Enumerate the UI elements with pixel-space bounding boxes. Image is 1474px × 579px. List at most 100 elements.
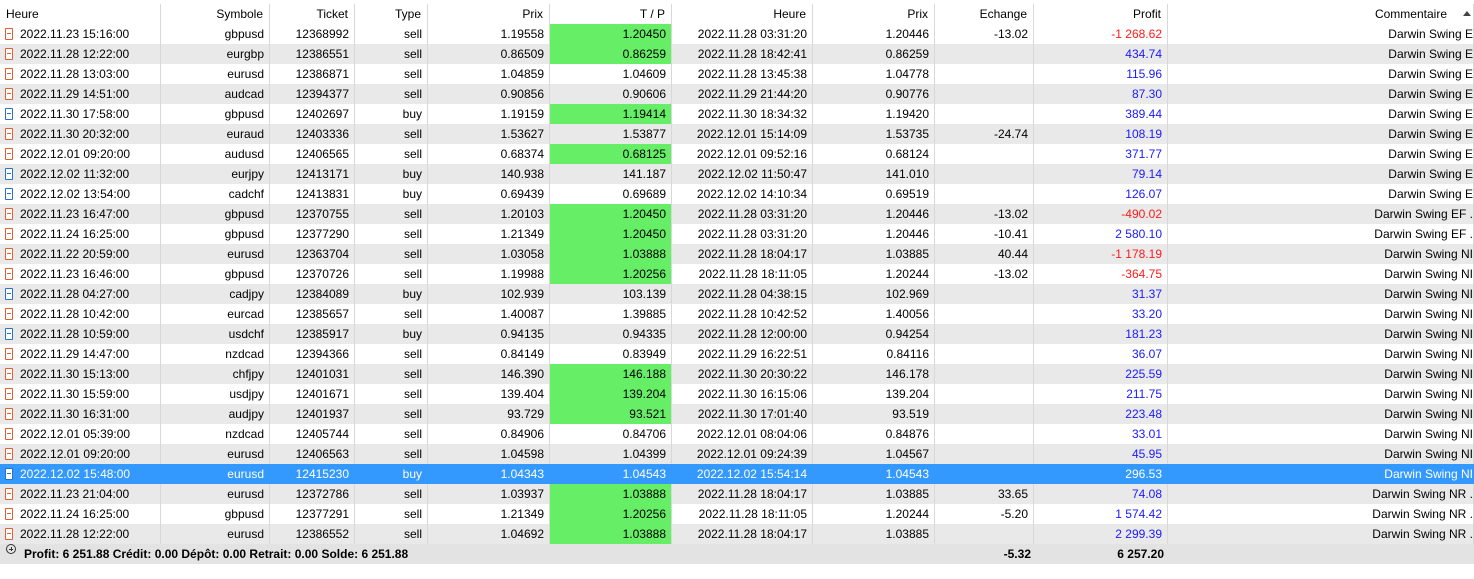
column-header-price[interactable]: Prix — [428, 4, 550, 24]
table-row[interactable]: 2022.12.02 13:54:00 cadchf 12413831 buy 0.69… — [0, 184, 1474, 204]
buy-order-icon — [5, 108, 13, 120]
column-header-close-price[interactable]: Prix — [813, 4, 935, 24]
table-row[interactable]: 2022.12.01 09:20:00 audusd 12406565 sell 0.6… — [0, 144, 1474, 164]
cell-type: sell — [355, 124, 428, 144]
cell-ticket: 12386871 — [270, 64, 355, 84]
cell-close-price: 1.20244 — [813, 264, 935, 284]
cell-open-price: 140.938 — [428, 164, 550, 184]
sell-order-icon — [5, 308, 13, 320]
cell-comment: Darwin Swing NI — [1168, 304, 1474, 324]
cell-open-time: 2022.12.02 13:54:00 — [0, 184, 161, 204]
cell-comment: Darwin Swing E — [1168, 24, 1474, 44]
cell-close-time: 2022.11.28 18:04:17 — [672, 524, 813, 544]
column-header-swap[interactable]: Echange — [935, 4, 1034, 24]
cell-profit: 36.07 — [1034, 344, 1168, 364]
open-time-text: 2022.11.30 15:59:00 — [20, 387, 130, 401]
table-row[interactable]: 2022.11.24 16:25:00 gbpusd 12377291 sell 1.2… — [0, 504, 1474, 524]
open-time-text: 2022.12.01 09:20:00 — [20, 147, 131, 161]
cell-ticket: 12394366 — [270, 344, 355, 364]
open-time-text: 2022.11.23 15:16:00 — [20, 27, 130, 41]
cell-close-time: 2022.11.30 20:30:22 — [672, 364, 813, 384]
cell-symbol: audcad — [161, 84, 270, 104]
table-row[interactable]: 2022.11.24 16:25:00 gbpusd 12377290 sell 1.2… — [0, 224, 1474, 244]
cell-open-price: 139.404 — [428, 384, 550, 404]
table-row[interactable]: 2022.11.30 15:59:00 usdjpy 12401671 sell 139… — [0, 384, 1474, 404]
cell-type: sell — [355, 344, 428, 364]
column-header-ticket[interactable]: Ticket — [270, 4, 355, 24]
cell-take-profit: 1.04399 — [550, 444, 672, 464]
cell-open-time: 2022.11.28 10:42:00 — [0, 304, 161, 324]
cell-symbol: eurusd — [161, 464, 270, 484]
table-row[interactable]: 2022.11.29 14:51:00 audcad 12394377 sell 0.9… — [0, 84, 1474, 104]
cell-open-price: 0.94135 — [428, 324, 550, 344]
cell-symbol: eurusd — [161, 444, 270, 464]
cell-close-price: 93.519 — [813, 404, 935, 424]
cell-take-profit: 0.69689 — [550, 184, 672, 204]
sell-order-icon — [5, 488, 13, 500]
table-row[interactable]: 2022.11.28 12:22:00 eurgbp 12386551 sell 0.8… — [0, 44, 1474, 64]
cell-take-profit: 1.39885 — [550, 304, 672, 324]
cell-comment: Darwin Swing E — [1168, 164, 1474, 184]
cell-take-profit: 1.53877 — [550, 124, 672, 144]
cell-swap — [935, 144, 1034, 164]
table-row[interactable]: 2022.11.23 16:46:00 gbpusd 12370726 sell 1.1… — [0, 264, 1474, 284]
sort-ascending-icon[interactable] — [1463, 11, 1471, 16]
table-row[interactable]: 2022.11.28 12:22:00 eurusd 12386552 sell 1.0… — [0, 524, 1474, 544]
cell-type: buy — [355, 184, 428, 204]
cell-comment: Darwin Swing NI — [1168, 404, 1474, 424]
column-header-type[interactable]: Type — [355, 4, 428, 24]
cell-swap — [935, 404, 1034, 424]
column-header-profit[interactable]: Profit — [1034, 4, 1168, 24]
table-row[interactable]: 2022.11.30 15:13:00 chfjpy 12401031 sell 146… — [0, 364, 1474, 384]
cell-take-profit: 1.20450 — [550, 204, 672, 224]
table-row[interactable]: 2022.11.23 16:47:00 gbpusd 12370755 sell 1.2… — [0, 204, 1474, 224]
cell-comment: Darwin Swing NI — [1168, 424, 1474, 444]
cell-profit: 1 574.42 — [1034, 504, 1168, 524]
table-row[interactable]: 2022.11.22 20:59:00 eurusd 12363704 sell 1.0… — [0, 244, 1474, 264]
cell-ticket: 12386551 — [270, 44, 355, 64]
table-row[interactable]: 2022.11.23 15:16:00 gbpusd 12368992 sell 1.1… — [0, 24, 1474, 44]
cell-type: sell — [355, 484, 428, 504]
cell-ticket: 12377291 — [270, 504, 355, 524]
column-header-comment[interactable]: Commentaire — [1168, 4, 1474, 24]
cell-open-time: 2022.11.23 16:47:00 — [0, 204, 161, 224]
cell-close-price: 102.969 — [813, 284, 935, 304]
cell-open-time: 2022.11.30 20:32:00 — [0, 124, 161, 144]
table-row[interactable]: 2022.12.02 11:32:00 eurjpy 12413171 buy 140.… — [0, 164, 1474, 184]
table-row[interactable]: 2022.11.30 20:32:00 euraud 12403336 sell 1.5… — [0, 124, 1474, 144]
cell-take-profit: 0.90606 — [550, 84, 672, 104]
cell-open-price: 0.68374 — [428, 144, 550, 164]
table-row[interactable]: 2022.11.28 04:27:00 cadjpy 12384089 buy 102.… — [0, 284, 1474, 304]
cell-close-price: 1.53735 — [813, 124, 935, 144]
table-row[interactable]: 2022.11.30 17:58:00 gbpusd 12402697 buy 1.19… — [0, 104, 1474, 124]
table-row[interactable]: 2022.12.01 09:20:00 eurusd 12406563 sell 1.0… — [0, 444, 1474, 464]
column-header-close-time[interactable]: Heure — [672, 4, 813, 24]
cell-swap — [935, 464, 1034, 484]
cell-type: sell — [355, 364, 428, 384]
table-row[interactable]: 2022.11.23 21:04:00 eurusd 12372786 sell 1.0… — [0, 484, 1474, 504]
sell-order-icon — [5, 228, 13, 240]
buy-order-icon — [5, 168, 13, 180]
table-row[interactable]: 2022.11.28 10:59:00 usdchf 12385917 buy 0.94… — [0, 324, 1474, 344]
cell-open-price: 1.53627 — [428, 124, 550, 144]
cell-open-price: 1.04859 — [428, 64, 550, 84]
column-header-open-time[interactable]: Heure — [0, 4, 161, 24]
cell-take-profit: 0.83949 — [550, 344, 672, 364]
column-header-symbol[interactable]: Symbole — [161, 4, 270, 24]
cell-symbol: usdchf — [161, 324, 270, 344]
table-row[interactable]: 2022.11.30 16:31:00 audjpy 12401937 sell 93.… — [0, 404, 1474, 424]
cell-swap — [935, 524, 1034, 544]
column-header-tp[interactable]: T / P — [550, 4, 672, 24]
cell-close-time: 2022.12.01 09:52:16 — [672, 144, 813, 164]
open-time-text: 2022.11.24 16:25:00 — [20, 507, 130, 521]
table-row[interactable]: 2022.12.02 15:48:00 eurusd 12415230 buy 1.04… — [0, 464, 1474, 484]
table-row[interactable]: 2022.11.28 13:03:00 eurusd 12386871 sell 1.0… — [0, 64, 1474, 84]
cell-swap: -13.02 — [935, 204, 1034, 224]
buy-order-icon — [5, 468, 13, 480]
table-row[interactable]: 2022.11.29 14:47:00 nzdcad 12394366 sell 0.8… — [0, 344, 1474, 364]
cell-profit: 389.44 — [1034, 104, 1168, 124]
cell-close-time: 2022.12.01 09:24:39 — [672, 444, 813, 464]
table-row[interactable]: 2022.12.01 05:39:00 nzdcad 12405744 sell 0.8… — [0, 424, 1474, 444]
cell-comment: Darwin Swing NI — [1168, 464, 1474, 484]
table-row[interactable]: 2022.11.28 10:42:00 eurcad 12385657 sell 1.4… — [0, 304, 1474, 324]
